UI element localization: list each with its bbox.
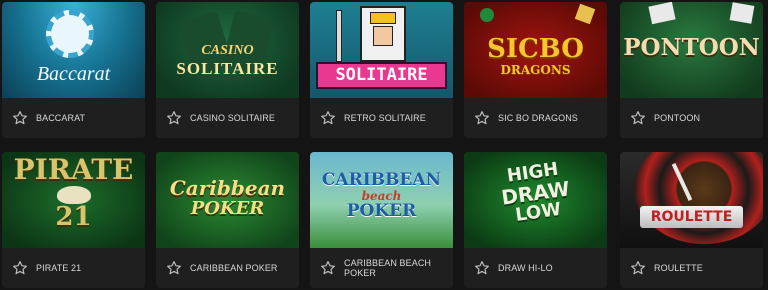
game-label[interactable]: BACCARAT — [36, 113, 85, 123]
game-footer: CARIBBEAN BEACH POKER — [310, 248, 453, 288]
game-thumbnail[interactable]: SICBO DRAGONS — [464, 2, 607, 98]
game-footer: BACCARAT — [2, 98, 145, 138]
game-title-art: PONTOON — [623, 34, 760, 61]
star-outline-icon[interactable] — [474, 260, 490, 276]
game-card-caribbean-beach-poker[interactable]: CARIBBEAN beach POKER CARIBBEAN BEACH PO… — [310, 152, 453, 288]
game-footer: DRAW HI-LO — [464, 248, 607, 288]
star-outline-icon[interactable] — [474, 110, 490, 126]
king-card-icon — [360, 6, 406, 62]
game-thumbnail[interactable]: CARIBBEAN beach POKER — [310, 152, 453, 248]
card-decoration — [729, 2, 755, 24]
game-title-art: SICBO DRAGONS — [487, 34, 584, 77]
chip-icon — [46, 10, 94, 58]
game-footer: RETRO SOLITAIRE — [310, 98, 453, 138]
star-outline-icon[interactable] — [166, 110, 182, 126]
game-label[interactable]: PONTOON — [654, 113, 700, 123]
game-title-art: ROULETTE — [640, 206, 743, 228]
game-thumbnail[interactable]: Baccarat — [2, 2, 145, 98]
game-card-retro-solitaire[interactable]: SOLITAIRE RETRO SOLITAIRE — [310, 2, 453, 138]
star-outline-icon[interactable] — [630, 260, 646, 276]
game-thumbnail[interactable]: HIGH DRAW LOW — [464, 152, 607, 248]
game-label[interactable]: CARIBBEAN BEACH POKER — [344, 258, 453, 278]
sword-icon — [336, 10, 342, 62]
game-card-casino-solitaire[interactable]: CASINO SOLITAIRE CASINO SOLITAIRE — [156, 2, 299, 138]
game-title-art: CARIBBEAN beach POKER — [321, 170, 442, 221]
game-title-art: PIRATE 21 — [13, 153, 134, 232]
gem-decoration — [480, 8, 494, 22]
game-title-art: Baccarat — [36, 63, 111, 85]
roulette-wheel-icon — [634, 152, 763, 244]
game-title-art: HIGH DRAW LOW — [499, 158, 572, 226]
game-title-art: Caribbean POKER — [169, 176, 286, 219]
game-label[interactable]: CARIBBEAN POKER — [190, 263, 278, 273]
dice-icon — [574, 3, 596, 25]
star-outline-icon[interactable] — [320, 260, 336, 276]
game-card-pirate-21[interactable]: PIRATE 21 PIRATE 21 — [2, 152, 145, 288]
game-label[interactable]: SIC BO DRAGONS — [498, 113, 578, 123]
star-outline-icon[interactable] — [320, 110, 336, 126]
game-label[interactable]: DRAW HI-LO — [498, 263, 553, 273]
game-card-draw-hi-lo[interactable]: HIGH DRAW LOW DRAW HI-LO — [464, 152, 607, 288]
game-footer: SIC BO DRAGONS — [464, 98, 607, 138]
game-thumbnail[interactable]: Caribbean POKER — [156, 152, 299, 248]
star-outline-icon[interactable] — [166, 260, 182, 276]
game-card-pontoon[interactable]: PONTOON PONTOON — [620, 2, 763, 138]
game-label[interactable]: RETRO SOLITAIRE — [344, 113, 426, 123]
card-decoration — [648, 2, 676, 25]
game-card-baccarat[interactable]: Baccarat BACCARAT — [2, 2, 145, 138]
game-thumbnail[interactable]: SOLITAIRE — [310, 2, 453, 98]
star-outline-icon[interactable] — [12, 260, 28, 276]
game-grid: Baccarat BACCARAT CASINO SOLITAIRE CASIN… — [0, 0, 768, 290]
game-card-caribbean-poker[interactable]: Caribbean POKER CARIBBEAN POKER — [156, 152, 299, 288]
game-label[interactable]: CASINO SOLITAIRE — [190, 113, 275, 123]
star-outline-icon[interactable] — [630, 110, 646, 126]
game-thumbnail[interactable]: PONTOON — [620, 2, 763, 98]
game-card-roulette[interactable]: ROULETTE ROULETTE — [620, 152, 763, 288]
game-thumbnail[interactable]: CASINO SOLITAIRE — [156, 2, 299, 98]
game-title-art: SOLITAIRE — [316, 62, 447, 89]
game-label[interactable]: PIRATE 21 — [36, 263, 81, 273]
game-footer: PONTOON — [620, 98, 763, 138]
game-label[interactable]: ROULETTE — [654, 263, 703, 273]
star-outline-icon[interactable] — [12, 110, 28, 126]
game-title-art: CASINO SOLITAIRE — [176, 43, 279, 78]
game-footer: PIRATE 21 — [2, 248, 145, 288]
game-thumbnail[interactable]: ROULETTE — [620, 152, 763, 248]
game-thumbnail[interactable]: PIRATE 21 — [2, 152, 145, 248]
game-footer: ROULETTE — [620, 248, 763, 288]
game-card-sic-bo-dragons[interactable]: SICBO DRAGONS SIC BO DRAGONS — [464, 2, 607, 138]
game-footer: CASINO SOLITAIRE — [156, 98, 299, 138]
game-footer: CARIBBEAN POKER — [156, 248, 299, 288]
